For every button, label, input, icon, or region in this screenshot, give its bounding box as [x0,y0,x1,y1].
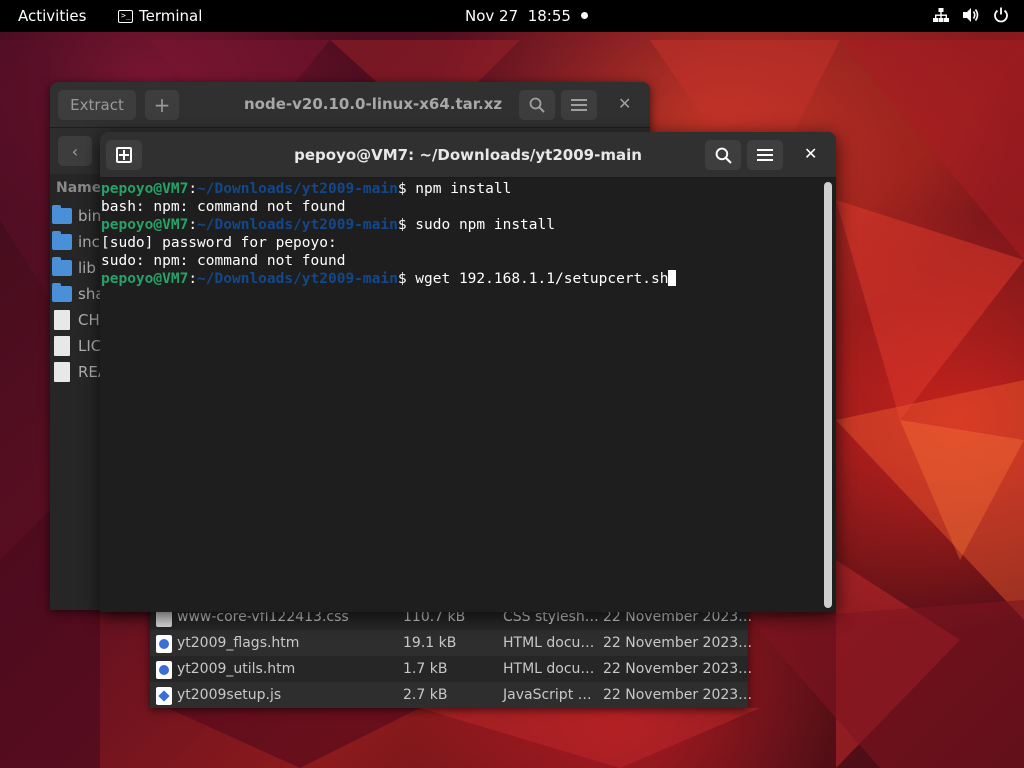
prompt-separator: : [188,271,198,287]
item-name: lib [78,259,96,277]
file-type: HTML docu… [503,661,595,677]
volume-icon[interactable] [962,6,980,24]
prompt-user: pepoyo@VM7 [101,271,189,287]
close-icon[interactable]: ✕ [804,144,817,163]
archive-menu-button[interactable] [561,90,597,120]
folder-icon [52,283,72,302]
hamburger-menu-icon [757,149,773,161]
command-text: $ sudo npm install [397,217,555,233]
file-size: 1.7 kB [403,661,448,677]
prompt-user: pepoyo@VM7 [101,181,189,197]
javascript-file-icon [156,687,172,705]
archive-headerbar: Extract + node-v20.10.0-linux-x64.tar.xz… [50,82,650,128]
terminal-app-icon: >_ [118,9,133,23]
terminal-scrollbar[interactable] [824,182,832,608]
terminal-command-line: pepoyo@VM7:~/Downloads/yt2009-main$ sudo… [101,216,836,234]
terminal-search-button[interactable] [705,140,741,170]
clock-date: Nov 27 [465,7,519,25]
file-name: yt2009setup.js [177,687,282,703]
file-size: 19.1 kB [403,635,457,651]
table-row[interactable]: yt2009setup.js 2.7 kB JavaScript … 22 No… [150,682,752,708]
item-name: bin [78,207,102,225]
terminal-headerbar: pepoyo@VM7: ~/Downloads/yt2009-main ✕ [100,132,836,178]
text-cursor [668,270,677,286]
terminal-command-line: pepoyo@VM7:~/Downloads/yt2009-main$ wget… [101,270,836,288]
file-name: yt2009_utils.htm [177,661,296,677]
app-name-label: Terminal [139,7,203,25]
list-item[interactable]: lib [52,256,96,280]
html-file-icon [156,661,172,679]
close-icon[interactable]: ✕ [618,94,631,113]
list-item[interactable]: sha [52,282,105,306]
folder-icon [52,231,72,250]
file-modified: 22 November 2023… [603,635,753,651]
archive-title: node-v20.10.0-linux-x64.tar.xz [244,95,503,113]
network-icon[interactable] [932,6,950,24]
list-item[interactable]: LIC [52,334,101,358]
list-item[interactable]: incl [52,230,104,254]
file-type: JavaScript … [503,687,592,703]
prompt-path: ~/Downloads/yt2009-main [197,217,398,233]
terminal-window[interactable]: pepoyo@VM7: ~/Downloads/yt2009-main ✕ pe… [100,132,836,612]
file-name: yt2009_flags.htm [177,635,300,651]
app-menu[interactable]: >_ Terminal [118,7,202,25]
search-icon [529,97,545,113]
system-tray[interactable] [932,6,1010,24]
terminal-menu-button[interactable] [747,140,783,170]
command-text: $ wget 192.168.1.1/setupcert.sh [397,271,669,287]
clock-time: 18:55 [527,7,571,25]
notification-dot-icon [581,12,588,19]
prompt-separator: : [188,181,198,197]
list-item[interactable]: bin [52,204,101,228]
prompt-path: ~/Downloads/yt2009-main [197,181,398,197]
text-file-icon [54,362,70,382]
extract-button[interactable]: Extract [58,90,136,120]
folder-icon [52,205,72,224]
file-type: HTML docu… [503,635,595,651]
search-icon [715,147,732,164]
hamburger-menu-icon [571,99,587,111]
terminal-output[interactable]: pepoyo@VM7:~/Downloads/yt2009-main$ npm … [100,179,836,612]
html-file-icon [156,635,172,653]
table-row[interactable]: yt2009_flags.htm 19.1 kB HTML docu… 22 N… [150,630,752,656]
prompt-path: ~/Downloads/yt2009-main [197,271,398,287]
top-bar: Activities >_ Terminal Nov 27 18:55 [0,0,1024,32]
terminal-output-line: bash: npm: command not found [101,199,346,215]
terminal-output-line: sudo: npm: command not found [101,253,346,269]
archive-search-button[interactable] [519,90,555,120]
item-name: LIC [78,337,102,355]
terminal-command-line: pepoyo@VM7:~/Downloads/yt2009-main$ npm … [101,180,836,198]
folder-icon [52,257,72,276]
chevron-left-icon: ‹ [71,141,79,161]
back-button[interactable]: ‹ [58,136,92,166]
file-modified: 22 November 2023… [603,661,753,677]
table-row[interactable]: yt2009_utils.htm 1.7 kB HTML docu… 22 No… [150,656,752,682]
clock-button[interactable]: Nov 27 18:55 [465,7,571,25]
activities-button[interactable]: Activities [18,7,86,25]
file-size: 2.7 kB [403,687,448,703]
text-file-icon [54,336,70,356]
file-browser-list[interactable]: www-core-vfl122413.css 110.7 kB CSS styl… [150,604,752,708]
command-text: $ npm install [397,181,512,197]
column-header-name[interactable]: Name [56,180,101,196]
prompt-separator: : [188,217,198,233]
text-file-icon [54,310,70,330]
prompt-user: pepoyo@VM7 [101,217,189,233]
terminal-output-line: [sudo] password for pepoyo: [101,235,337,251]
add-files-button[interactable]: + [145,90,179,120]
power-icon[interactable] [992,6,1010,24]
file-modified: 22 November 2023… [603,687,753,703]
